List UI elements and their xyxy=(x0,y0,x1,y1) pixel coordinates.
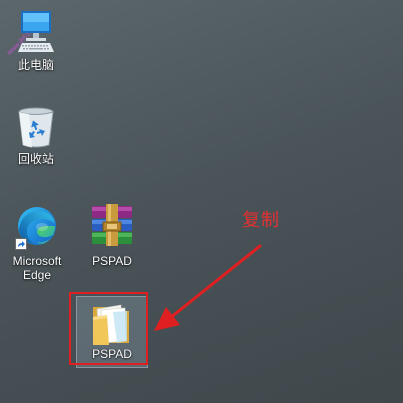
desktop[interactable]: www.jb51.net 此电脑 回收站 Microsoft Edge PSPA… xyxy=(0,0,403,403)
annotation-label: 复制 xyxy=(242,210,280,231)
arrow-annotation xyxy=(154,244,262,331)
